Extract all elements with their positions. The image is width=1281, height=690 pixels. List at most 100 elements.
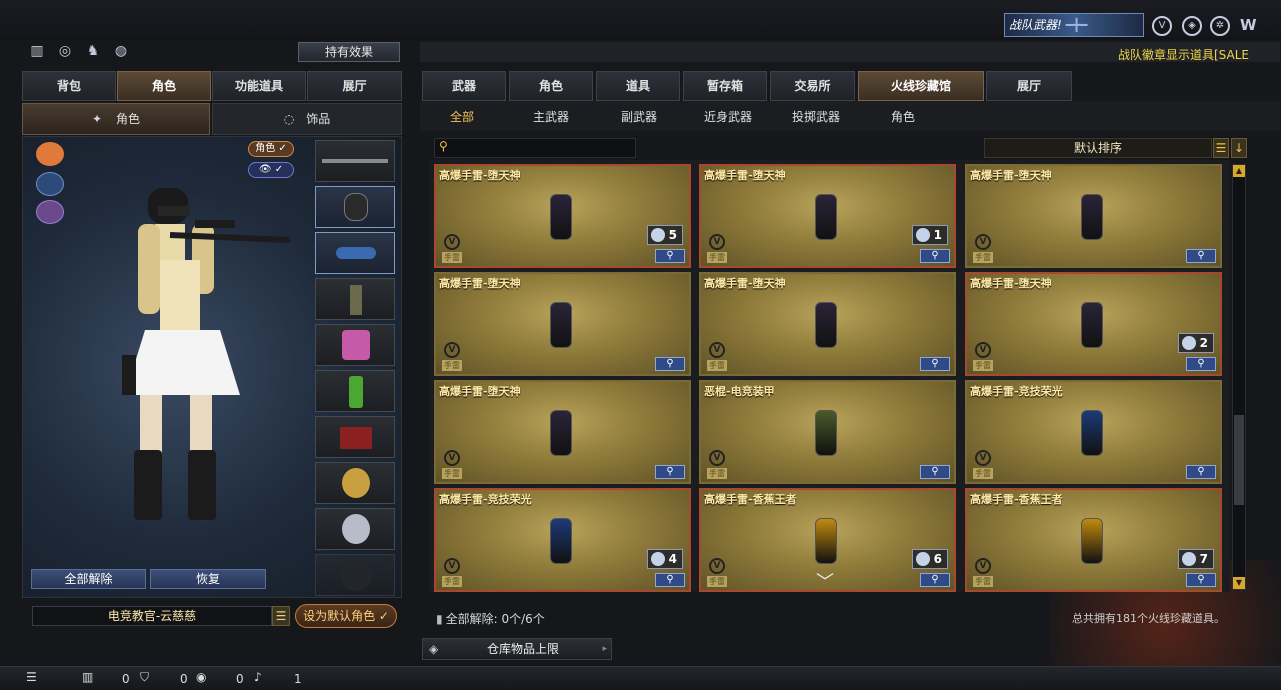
tab-showroom[interactable]: 展厅: [307, 71, 402, 101]
card-type-tag: 手雷: [973, 252, 993, 263]
slot-sniper-rifle[interactable]: [315, 140, 395, 182]
slot-dragon-silver[interactable]: [315, 508, 395, 550]
view-chip[interactable]: 👁 ✓: [248, 162, 294, 178]
shield-icon[interactable]: V: [1152, 16, 1172, 36]
slot-ammo[interactable]: [315, 416, 395, 458]
tab-backpack[interactable]: 背包: [22, 71, 116, 101]
zoom-icon[interactable]: ⚲: [655, 465, 685, 479]
card-title: 高爆手雷-香蕉王者: [970, 493, 1063, 506]
category-role[interactable]: 角色: [878, 103, 928, 131]
slot-dragon-gold[interactable]: [315, 462, 395, 504]
warehouse-limit-button[interactable]: ◈ 仓库物品上限 ▸: [422, 638, 612, 660]
sort-order-icon[interactable]: ↓: [1231, 138, 1247, 158]
collection-card[interactable]: 高爆手雷-堕天神 V 手雷 5 ⚲: [434, 164, 691, 268]
collection-card[interactable]: 高爆手雷-竞技荣光 V 手雷 ⚲: [965, 380, 1222, 484]
zoom-icon[interactable]: ⚲: [1186, 249, 1216, 263]
collection-card[interactable]: 高爆手雷-堕天神 V 手雷 ⚲: [965, 164, 1222, 268]
zoom-icon[interactable]: ⚲: [1186, 465, 1216, 479]
tab-collection[interactable]: 火线珍藏馆: [858, 71, 984, 101]
zoom-icon[interactable]: ⚲: [1186, 357, 1216, 371]
chevron-down-icon[interactable]: ﹀: [816, 568, 834, 594]
stats-icon[interactable]: ▥: [28, 42, 46, 60]
collection-card[interactable]: 恶棍-电竞装甲 V 手雷 ⚲: [699, 380, 956, 484]
grid-scrollbar[interactable]: ▲ ▼: [1232, 164, 1246, 590]
clan-weapon-banner[interactable]: 战队武器! ━╋━: [1004, 13, 1144, 37]
card-type-tag: 手雷: [442, 576, 462, 587]
search-input[interactable]: ⚲: [434, 138, 636, 158]
tab-exchange[interactable]: 交易所: [770, 71, 855, 101]
rank-icon: V: [444, 558, 460, 574]
zoom-icon[interactable]: ⚲: [655, 573, 685, 587]
pose-icon[interactable]: ♞: [84, 42, 102, 60]
category-secondary[interactable]: 副武器: [608, 103, 670, 131]
slot-bottle[interactable]: [315, 370, 395, 412]
collection-card[interactable]: 高爆手雷-堕天神 V 手雷 ⚲: [699, 272, 956, 376]
collection-card[interactable]: 高爆手雷-香蕉王者 V 手雷 7 ⚲: [965, 488, 1222, 592]
rotate-icon[interactable]: ◎: [56, 42, 74, 60]
stack-count-icon: [651, 228, 665, 242]
rank-icon: V: [709, 558, 725, 574]
role-chip[interactable]: 角色 ✓: [248, 141, 294, 157]
collection-card[interactable]: 高爆手雷-竞技荣光 V 手雷 4 ⚲: [434, 488, 691, 592]
slot-empty[interactable]: [315, 554, 395, 596]
set-default-character-button[interactable]: 设为默认角色 ✓: [295, 604, 397, 628]
collection-card[interactable]: 高爆手雷-堕天神 V 手雷 ⚲: [434, 380, 691, 484]
friends-icon[interactable]: ▥: [82, 670, 93, 684]
category-throwing[interactable]: 投掷武器: [780, 103, 852, 131]
category-primary[interactable]: 主武器: [520, 103, 582, 131]
slot-box[interactable]: [315, 324, 395, 366]
role-icon-water[interactable]: [36, 172, 64, 196]
slot-radio[interactable]: [315, 278, 395, 320]
collection-card[interactable]: 高爆手雷-堕天神 V 手雷 2 ⚲: [965, 272, 1222, 376]
sort-dropdown[interactable]: 默认排序: [984, 138, 1212, 158]
tab-function-items[interactable]: 功能道具: [212, 71, 306, 101]
scroll-down-icon[interactable]: ▼: [1233, 577, 1245, 589]
stack-count-icon: [1182, 336, 1196, 350]
warehouse-label: 仓库物品上限: [487, 642, 560, 656]
gear-icon[interactable]: ✲: [1210, 16, 1230, 36]
holding-effect-button[interactable]: 持有效果: [298, 42, 400, 62]
name-menu-button[interactable]: ☰: [272, 606, 290, 626]
zoom-icon[interactable]: ⚲: [920, 249, 950, 263]
zoom-icon[interactable]: ⚲: [655, 357, 685, 371]
slot-helmet[interactable]: [315, 186, 395, 228]
role-icon-fire[interactable]: [36, 142, 64, 166]
card-type-tag: 手雷: [973, 360, 993, 371]
category-all[interactable]: 全部: [436, 103, 488, 131]
zoom-icon[interactable]: ⚲: [655, 249, 685, 263]
category-melee[interactable]: 近身武器: [692, 103, 764, 131]
search-icon: ⚲: [439, 139, 448, 153]
tab-right-showroom[interactable]: 展厅: [986, 71, 1072, 101]
subtab-character[interactable]: ✦ 角色: [22, 103, 210, 135]
banner-text: 战队武器!: [1009, 18, 1062, 32]
collection-card[interactable]: 高爆手雷-堕天神 V 手雷 ⚲: [434, 272, 691, 376]
stack-count-icon: [1182, 552, 1196, 566]
collection-card[interactable]: 高爆手雷-堕天神 V 手雷 1 ⚲: [699, 164, 956, 268]
bag-icon[interactable]: ◍: [112, 42, 130, 60]
globe-icon[interactable]: ◈: [1182, 16, 1202, 36]
scroll-up-icon[interactable]: ▲: [1233, 165, 1245, 177]
speaker-icon[interactable]: ♪: [254, 670, 262, 684]
slot-goggles[interactable]: [315, 232, 395, 274]
tab-storage[interactable]: 暂存箱: [683, 71, 767, 101]
unequip-all-button[interactable]: 全部解除: [31, 569, 146, 589]
tab-weapons[interactable]: 武器: [422, 71, 506, 101]
stack-count-icon: [916, 228, 930, 242]
zoom-icon[interactable]: ⚲: [920, 465, 950, 479]
role-icon-wind[interactable]: [36, 200, 64, 224]
zoom-icon[interactable]: ⚲: [1186, 573, 1216, 587]
tab-roles[interactable]: 角色: [509, 71, 593, 101]
restore-button[interactable]: 恢复: [150, 569, 266, 589]
scroll-thumb[interactable]: [1234, 415, 1244, 505]
menu-icon[interactable]: ☰: [26, 670, 37, 684]
list-icon[interactable]: ☰: [1213, 138, 1229, 158]
subtab-accessory[interactable]: ◌ 饰品: [212, 103, 402, 135]
shield-status-icon[interactable]: ⛉: [140, 670, 149, 685]
zoom-icon[interactable]: ⚲: [920, 357, 950, 371]
zoom-icon[interactable]: ⚲: [920, 573, 950, 587]
grenade-icon: [815, 410, 837, 456]
character-name-field[interactable]: 电竞教官-云慈慈: [32, 606, 272, 626]
tab-character[interactable]: 角色: [117, 71, 211, 101]
chat-icon[interactable]: ◉: [196, 670, 206, 684]
tab-items[interactable]: 道具: [596, 71, 680, 101]
